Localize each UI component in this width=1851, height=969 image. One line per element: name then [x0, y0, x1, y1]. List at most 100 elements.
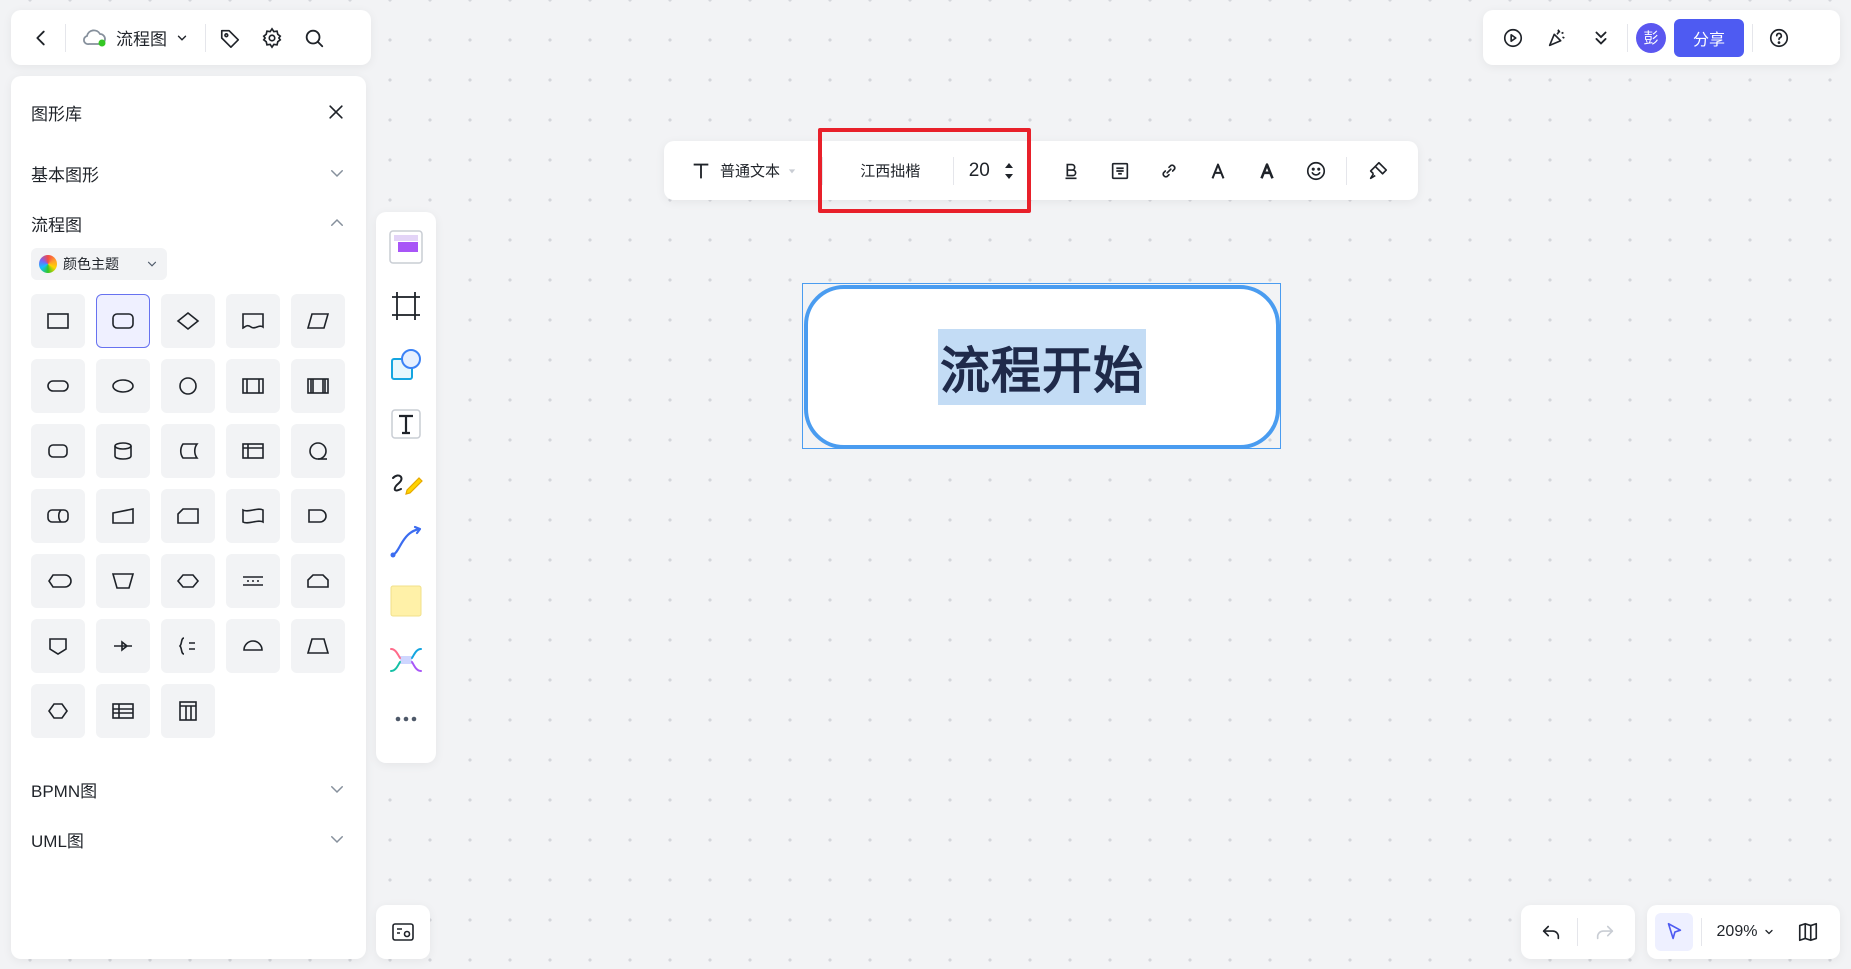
- avatar[interactable]: 彭: [1636, 22, 1666, 53]
- stepper-arrows-icon[interactable]: [1004, 160, 1014, 182]
- shape-off-page-connector[interactable]: [31, 619, 85, 673]
- undo-button[interactable]: [1533, 914, 1569, 950]
- shape-rounded-rectangle[interactable]: [96, 294, 150, 348]
- shape-card[interactable]: [161, 489, 215, 543]
- select-tool-button[interactable]: [1655, 913, 1693, 951]
- shape-stored-data[interactable]: [161, 424, 215, 478]
- zoom-controls: 209%: [1647, 905, 1840, 959]
- shape-alternate-process[interactable]: [31, 424, 85, 478]
- divider: [65, 23, 66, 52]
- help-button[interactable]: [1761, 20, 1797, 56]
- font-size-stepper[interactable]: 20: [958, 160, 1025, 182]
- celebrate-button[interactable]: [1539, 20, 1575, 56]
- tool-template[interactable]: [376, 217, 436, 276]
- link-icon: [1162, 163, 1176, 178]
- section-flowchart[interactable]: 流程图: [11, 198, 366, 248]
- section-label: 基本图形: [31, 165, 99, 185]
- rounded-rectangle-icon: [112, 313, 134, 329]
- section-uml[interactable]: UML图: [11, 814, 366, 864]
- tool-pen[interactable]: [376, 453, 436, 512]
- shape-document[interactable]: [226, 294, 280, 348]
- share-button[interactable]: 分享: [1674, 18, 1744, 57]
- shape-direct-data[interactable]: [31, 489, 85, 543]
- zoom-dropdown[interactable]: 209%: [1710, 923, 1782, 941]
- shape-decision[interactable]: [161, 294, 215, 348]
- tool-shape[interactable]: [376, 335, 436, 394]
- chevron-down-icon: [331, 836, 343, 844]
- shape-pool[interactable]: [161, 684, 215, 738]
- shape-trapezoid[interactable]: [291, 619, 345, 673]
- tag-button[interactable]: [212, 20, 248, 56]
- present-button[interactable]: [1495, 20, 1531, 56]
- trapezoid-down-icon: [111, 573, 135, 589]
- shape-circle[interactable]: [161, 359, 215, 413]
- mindmap-icon: [390, 647, 422, 672]
- direct-data-icon: [47, 509, 69, 523]
- divider: [1627, 23, 1628, 52]
- shape-annotation[interactable]: [161, 619, 215, 673]
- more-expand-button[interactable]: [1583, 20, 1619, 56]
- shape-database[interactable]: [96, 424, 150, 478]
- book-map-icon: [1798, 922, 1818, 942]
- shape-loop-limit[interactable]: [291, 554, 345, 608]
- format-painter-button[interactable]: [1353, 151, 1402, 191]
- color-theme-select[interactable]: 颜色主题: [31, 248, 167, 280]
- parallel-lines-icon: [243, 576, 263, 586]
- align-button[interactable]: [1095, 151, 1144, 191]
- settings-button[interactable]: [254, 20, 290, 56]
- font-color-button[interactable]: [1193, 151, 1242, 191]
- tool-connector[interactable]: [376, 512, 436, 571]
- bold-icon: [1065, 163, 1077, 179]
- shape-display[interactable]: [31, 554, 85, 608]
- emoji-icon: [1306, 161, 1325, 180]
- shape-manual-input[interactable]: [96, 489, 150, 543]
- shapes-icon: [391, 348, 421, 380]
- shape-hexagon[interactable]: [31, 684, 85, 738]
- font-family-select[interactable]: 江西拙楷: [831, 160, 949, 181]
- shape-stored-process[interactable]: [291, 359, 345, 413]
- color-theme-label: 颜色主题: [63, 256, 119, 272]
- bold-button[interactable]: [1046, 151, 1095, 191]
- link-button[interactable]: [1144, 151, 1193, 191]
- section-bpmn[interactable]: BPMN图: [11, 764, 366, 814]
- shape-manual-operation[interactable]: [96, 554, 150, 608]
- tool-more[interactable]: [376, 689, 436, 748]
- shape-ellipse[interactable]: [96, 359, 150, 413]
- shape-parallel-mode[interactable]: [226, 554, 280, 608]
- node-text[interactable]: 流程开始: [938, 329, 1146, 405]
- shape-terminator[interactable]: [31, 359, 85, 413]
- chevron-left-icon: [36, 30, 45, 45]
- divider: [1701, 918, 1702, 946]
- map-view-button[interactable]: [1790, 914, 1826, 950]
- shape-punched-tape[interactable]: [226, 489, 280, 543]
- zoom-level: 209%: [1716, 923, 1758, 940]
- close-icon[interactable]: [326, 102, 346, 122]
- tool-mindmap[interactable]: [376, 630, 436, 689]
- trapezoid-icon: [306, 638, 330, 654]
- tool-text[interactable]: [376, 394, 436, 453]
- highlight-color-button[interactable]: [1242, 151, 1291, 191]
- shape-process[interactable]: [31, 294, 85, 348]
- shape-arrow-connector[interactable]: [96, 619, 150, 673]
- hexagon-icon: [176, 574, 200, 588]
- doc-title-dropdown[interactable]: 流程图: [72, 25, 199, 50]
- shape-predefined-process[interactable]: [226, 359, 280, 413]
- text-style-dropdown[interactable]: 普通文本: [690, 160, 812, 182]
- search-button[interactable]: [296, 20, 332, 56]
- flowchart-node[interactable]: 流程开始: [804, 285, 1280, 449]
- tool-sticky-note[interactable]: [376, 571, 436, 630]
- shape-preparation[interactable]: [161, 554, 215, 608]
- emoji-button[interactable]: [1291, 151, 1340, 191]
- shape-half-circle[interactable]: [226, 619, 280, 673]
- shape-internal-storage[interactable]: [226, 424, 280, 478]
- back-button[interactable]: [23, 20, 59, 56]
- tool-frame[interactable]: [376, 276, 436, 335]
- shape-table[interactable]: [96, 684, 150, 738]
- shape-data[interactable]: [291, 294, 345, 348]
- section-basic-shapes[interactable]: 基本图形: [11, 148, 366, 198]
- shape-delay[interactable]: [291, 489, 345, 543]
- shape-sequential-data[interactable]: [291, 424, 345, 478]
- minimap-button[interactable]: [376, 905, 430, 959]
- redo-button[interactable]: [1587, 914, 1623, 950]
- divider: [1752, 23, 1753, 52]
